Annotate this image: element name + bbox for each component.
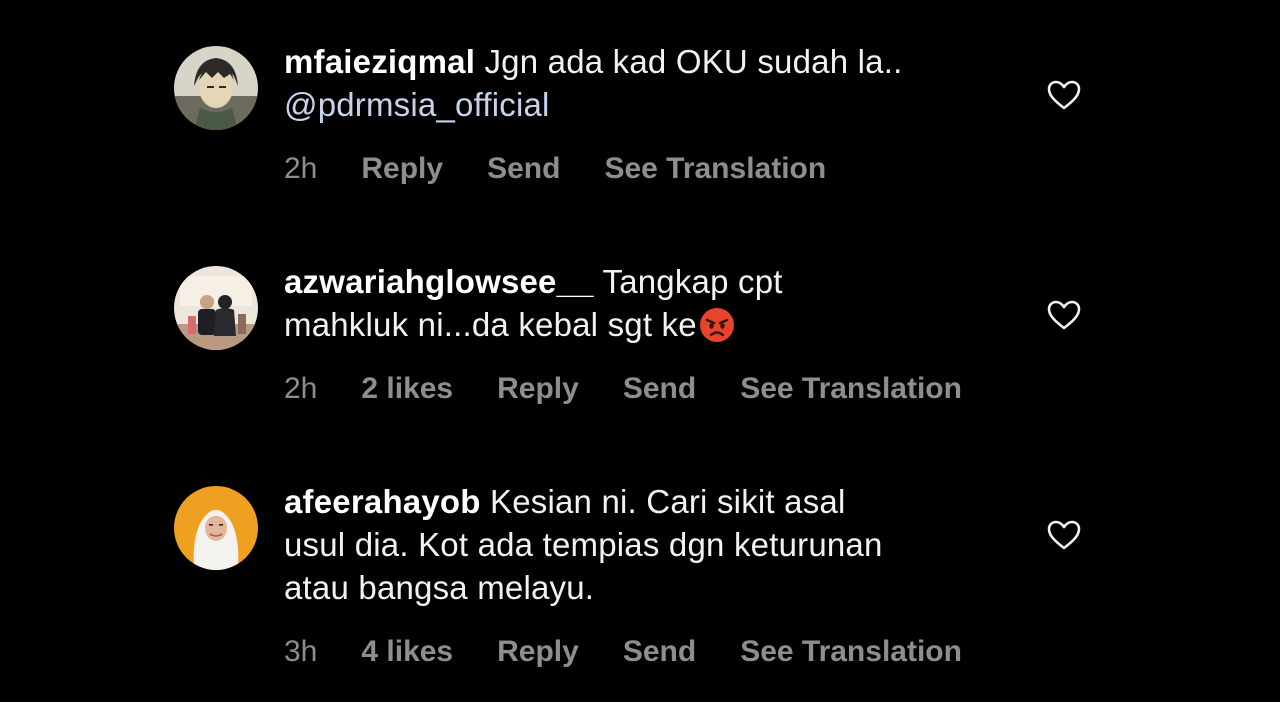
comment-time: 2h [284,372,318,405]
send-button[interactable]: Send [623,635,696,669]
likes-count[interactable]: 4 likes [361,635,453,669]
avatar[interactable] [174,266,258,350]
comment-body-line2: usul dia. Kot ada tempias dgn keturunan [284,526,883,563]
heart-outline-icon[interactable] [1047,300,1081,330]
comment-text: azwariahglowsee__ Tangkap cpt mahkluk ni.… [284,260,1004,346]
send-button[interactable]: Send [623,372,696,406]
comment-body: Jgn ada kad OKU sudah la.. [475,43,903,80]
likes-count[interactable]: 2 likes [361,372,453,406]
see-translation-button[interactable]: See Translation [740,372,962,406]
comment-username[interactable]: mfaieziqmal [284,43,475,80]
comment-text: mfaieziqmal Jgn ada kad OKU sudah la.. @p… [284,40,1004,126]
comment-meta: 3h 4 likes Reply Send See Translation [284,635,962,669]
comment-body-line1: Kesian ni. Cari sikit asal [480,483,846,520]
see-translation-button[interactable]: See Translation [740,635,962,669]
reply-button[interactable]: Reply [497,372,579,406]
send-button[interactable]: Send [487,152,560,186]
comment-body-line1: Tangkap cpt [593,263,783,300]
comment-body-line2: mahkluk ni...da kebal sgt ke [284,306,697,343]
comment-meta: 2h 2 likes Reply Send See Translation [284,372,962,406]
comment-text: afeerahayob Kesian ni. Cari sikit asal us… [284,480,1004,609]
comment-time: 3h [284,635,318,668]
comment-mention[interactable]: @pdrmsia_official [284,86,550,123]
heart-outline-icon[interactable] [1047,80,1081,110]
comment-time: 2h [284,152,318,185]
avatar[interactable] [174,486,258,570]
comment-meta: 2h Reply Send See Translation [284,152,826,186]
reply-button[interactable]: Reply [361,152,443,186]
reply-button[interactable]: Reply [497,635,579,669]
comment-username[interactable]: azwariahglowsee__ [284,263,594,300]
heart-outline-icon[interactable] [1047,520,1081,550]
comment-body-line3: atau bangsa melayu. [284,569,595,606]
angry-face-emoji [699,308,734,342]
avatar[interactable] [174,46,258,130]
see-translation-button[interactable]: See Translation [604,152,826,186]
comment-username[interactable]: afeerahayob [284,483,481,520]
